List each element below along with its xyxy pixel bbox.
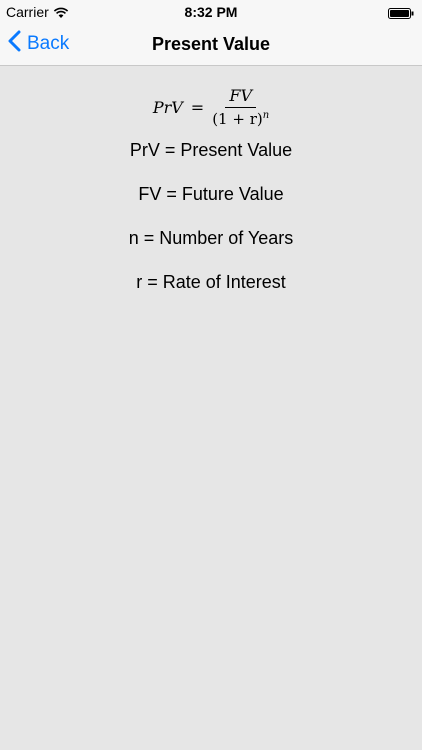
- formula-lhs: PrV: [152, 97, 183, 117]
- formula-exponent: n: [262, 110, 270, 121]
- battery-icon: [388, 6, 414, 19]
- definition-prv: PrV = Present Value: [129, 140, 293, 160]
- page-title: Present Value: [151, 34, 271, 54]
- definition-n: n = Number of Years: [128, 228, 294, 248]
- status-time: 8:32 PM: [184, 4, 238, 20]
- content-area: PrV = FV (1 + r)n PrV = Present Value FV…: [0, 66, 422, 750]
- formula-equals: =: [190, 97, 205, 117]
- definition-r: r = Rate of Interest: [136, 272, 286, 292]
- definition-fv: FV = Future Value: [138, 184, 284, 204]
- status-bar: Carrier 8:32 PM: [0, 0, 422, 22]
- formula-fraction: FV (1 + r)n: [212, 86, 269, 128]
- formula-denominator-base: (1 + r): [212, 110, 263, 128]
- formula-denominator: (1 + r)n: [212, 108, 269, 128]
- navigation-bar: Back Present Value: [0, 22, 422, 66]
- formula-numerator: FV: [225, 86, 256, 108]
- present-value-formula: PrV = FV (1 + r)n: [0, 86, 422, 128]
